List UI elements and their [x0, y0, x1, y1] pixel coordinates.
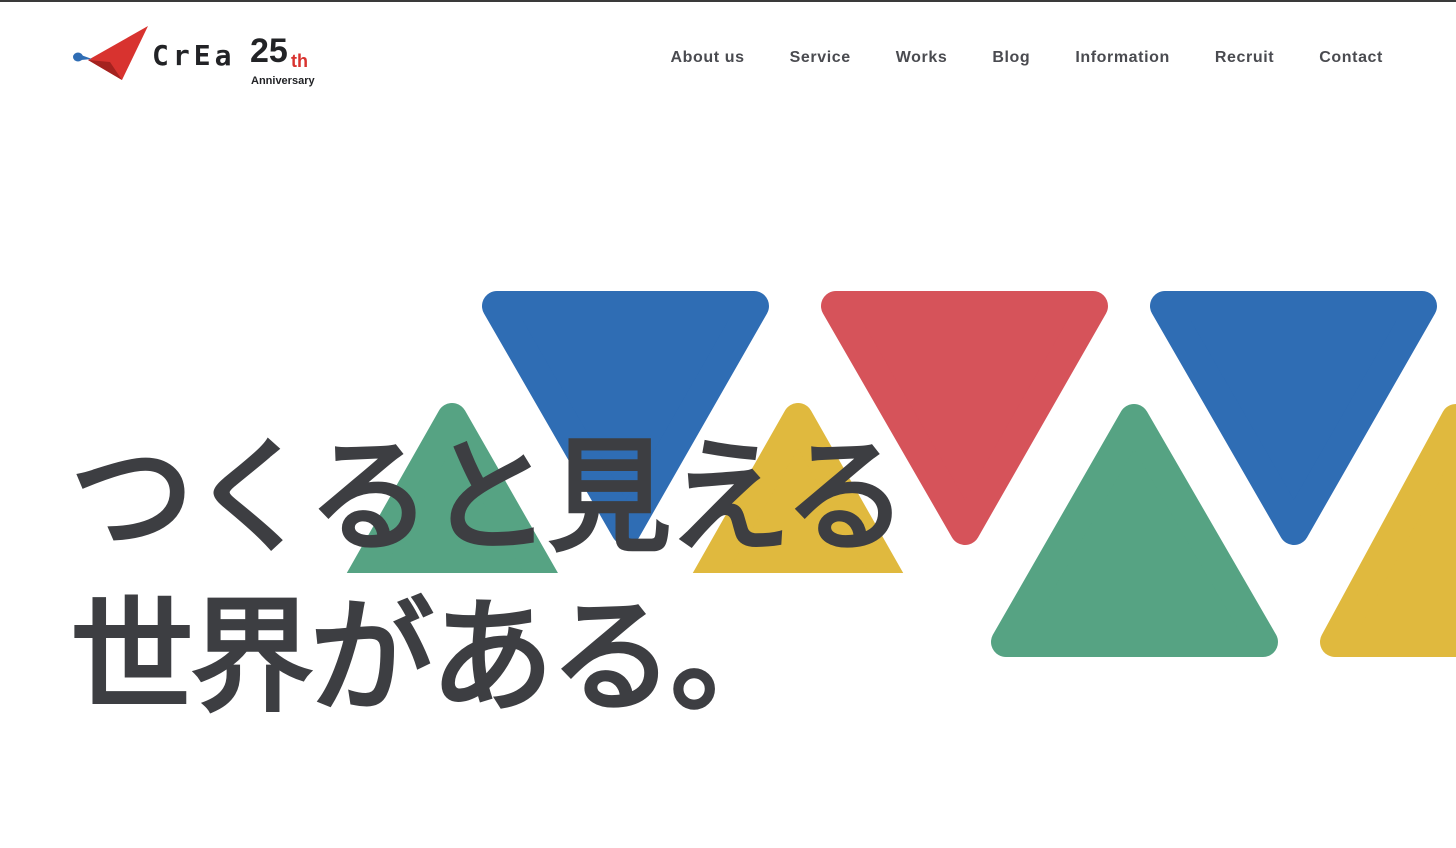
paper-plane-icon — [73, 26, 148, 80]
hero-headline: つくると見える 世界がある。 — [70, 418, 908, 738]
nav-information[interactable]: Information — [1075, 48, 1170, 68]
nav-works[interactable]: Works — [896, 48, 948, 68]
brand-name: CrEa — [152, 39, 236, 72]
site-header: CrEa 25 th Anniversary About us Service … — [0, 2, 1456, 112]
nav-service[interactable]: Service — [790, 48, 851, 68]
nav-blog[interactable]: Blog — [992, 48, 1030, 68]
hero-headline-line-1: つくると見える — [70, 426, 908, 570]
anniversary-suffix: th — [291, 51, 308, 71]
anniversary-label: Anniversary — [251, 75, 315, 87]
hero-headline-line-2: 世界がある。 — [70, 586, 794, 730]
crea-logo-link[interactable]: CrEa 25 th Anniversary — [70, 22, 330, 94]
main-navigation: About us Service Works Blog Information … — [670, 48, 1383, 68]
nav-contact[interactable]: Contact — [1319, 48, 1383, 68]
nav-about-us[interactable]: About us — [670, 48, 744, 68]
blue-triangle-2 — [1150, 291, 1437, 545]
nav-recruit[interactable]: Recruit — [1215, 48, 1274, 68]
anniversary-number: 25 — [250, 32, 288, 70]
green-triangle-2 — [991, 404, 1278, 657]
